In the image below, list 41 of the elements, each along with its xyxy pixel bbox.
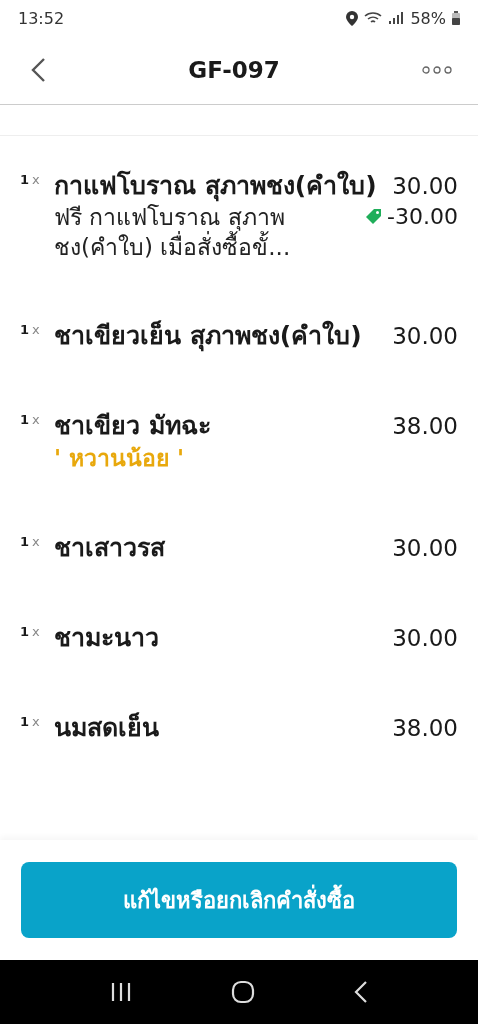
more-icon[interactable] (422, 66, 452, 74)
quantity: 1 (20, 322, 30, 337)
item-name: ชามะนาว (54, 622, 159, 654)
promotion-text: ฟรี กาแฟโบราณ สุภาพชง(คำใบ) เมื่อสั่งซื้อขั้... (54, 203, 292, 262)
item-name: นมสดเย็น (54, 712, 159, 744)
back-nav-icon[interactable] (354, 981, 369, 1003)
order-title: GF-097 (188, 57, 280, 83)
item-price: 38.00 (392, 412, 458, 441)
times-sign: x (32, 534, 40, 549)
item-price: 30.00 (392, 534, 458, 563)
battery-percent: 58% (410, 8, 446, 28)
recent-apps-icon[interactable] (109, 982, 132, 1002)
quantity: 1 (20, 412, 30, 427)
quantity: 1 (20, 534, 30, 549)
item-option: ' หวานน้อย ' (54, 442, 458, 474)
times-sign: x (32, 412, 40, 427)
tag-icon (364, 208, 383, 226)
times-sign: x (32, 322, 40, 337)
quantity: 1 (20, 714, 30, 729)
item-name: ชาเขียวเย็น สุภาพชง(คำใบ) (54, 320, 362, 352)
quantity: 1 (20, 172, 30, 187)
wifi-icon (364, 11, 383, 25)
item-price: 30.00 (392, 624, 458, 653)
item-price: 38.00 (392, 714, 458, 743)
back-icon[interactable] (30, 57, 46, 83)
item-name: ชาเสาวรส (54, 532, 165, 564)
quantity: 1 (20, 624, 30, 639)
times-sign: x (32, 714, 40, 729)
clock: 13:52 (18, 8, 65, 28)
item-name: ชาเขียว มัทฉะ (54, 410, 211, 442)
item-price: 30.00 (392, 322, 458, 351)
times-sign: x (32, 624, 40, 639)
signal-icon (388, 11, 405, 25)
location-icon (346, 10, 359, 26)
discount-amount: -30.00 (387, 203, 458, 231)
times-sign: x (32, 172, 40, 187)
item-price: 30.00 (392, 172, 458, 201)
battery-icon (452, 11, 460, 25)
edit-cancel-order-button[interactable]: แก้ไขหรือยกเลิกคำสั่งซื้อ (21, 862, 457, 938)
home-icon[interactable] (231, 980, 255, 1004)
item-name: กาแฟโบราณ สุภาพชง(คำใบ) (54, 170, 377, 202)
